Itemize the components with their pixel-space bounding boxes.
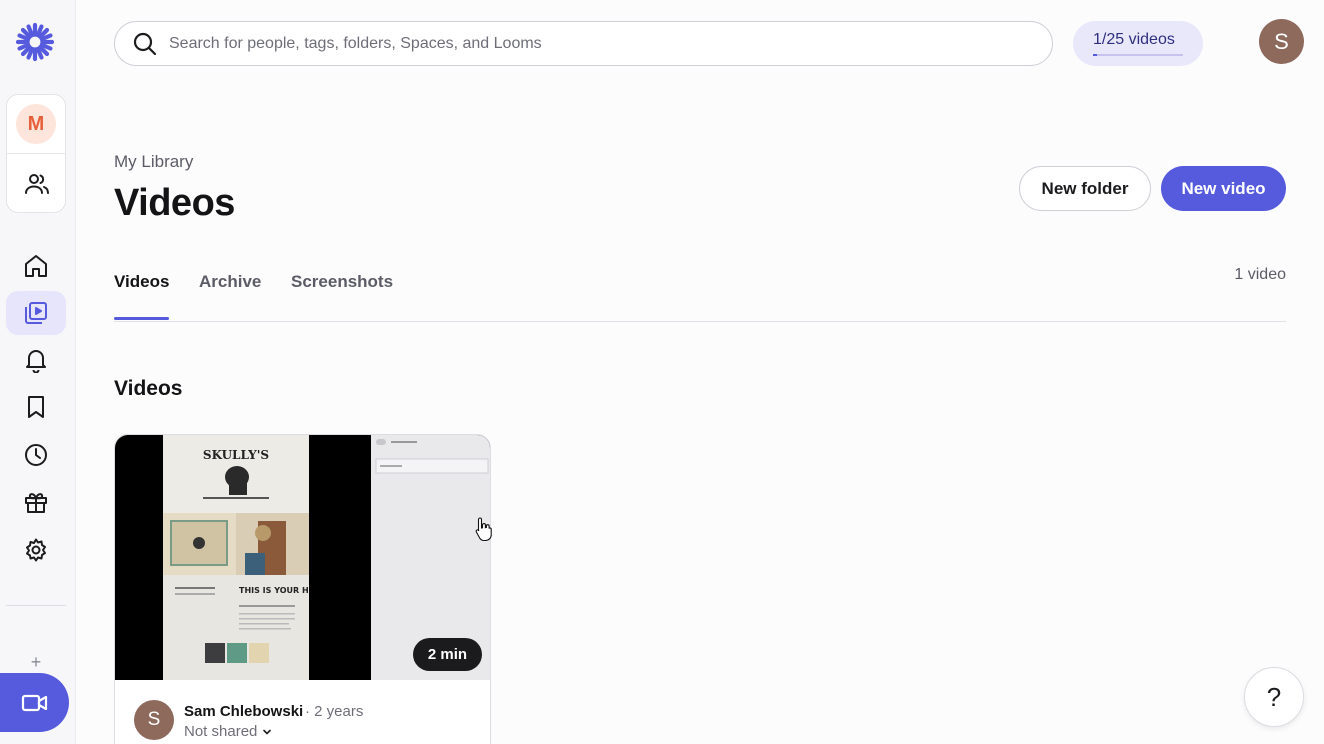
sharing-label: Not shared	[184, 723, 258, 740]
library-icon	[25, 302, 47, 324]
clock-icon	[25, 444, 47, 466]
quota-progress-fill	[1093, 54, 1097, 56]
nav-settings[interactable]	[6, 528, 66, 572]
search-bar[interactable]	[114, 21, 1053, 66]
tabs-divider	[114, 321, 1286, 322]
breadcrumb[interactable]: My Library	[114, 152, 193, 172]
gift-icon	[25, 493, 47, 513]
video-quota[interactable]: 1/25 videos	[1073, 21, 1203, 66]
page-title: Videos	[114, 182, 235, 224]
video-age: · 2 years	[305, 703, 364, 720]
owner-avatar: S	[134, 700, 174, 740]
nav-gifts[interactable]	[6, 480, 66, 524]
plus-icon[interactable]: +	[29, 653, 43, 671]
quota-progress	[1093, 54, 1183, 56]
thumbnail-webpage: SKULLY'S THIS IS YOUR HEADING	[163, 435, 343, 680]
workspace-avatar[interactable]: M	[16, 104, 56, 144]
sidebar-divider	[6, 605, 66, 606]
video-count: 1 video	[1234, 266, 1286, 283]
video-thumbnail[interactable]: SKULLY'S THIS IS YOUR HEADING	[115, 435, 490, 680]
bookmark-icon	[28, 396, 44, 418]
people-icon[interactable]	[24, 171, 50, 197]
new-video-button[interactable]: New video	[1161, 166, 1286, 211]
nav-library[interactable]	[6, 291, 66, 335]
section-title: Videos	[114, 377, 183, 400]
help-button[interactable]: ?	[1244, 667, 1304, 727]
bell-icon	[26, 350, 46, 373]
thumbnail-brand: SKULLY'S	[203, 448, 269, 462]
nav-history[interactable]	[6, 433, 66, 477]
workspace-switcher: M	[6, 94, 66, 213]
chevron-down-icon	[263, 729, 272, 735]
sharing-dropdown[interactable]: Not shared	[184, 723, 272, 740]
camera-icon	[21, 694, 47, 711]
loom-logo-icon[interactable]	[14, 21, 56, 63]
nav-notifications[interactable]	[6, 338, 66, 382]
nav-home[interactable]	[6, 244, 66, 288]
video-card[interactable]: SKULLY'S THIS IS YOUR HEADING	[114, 434, 491, 744]
quota-label: 1/25 videos	[1093, 31, 1175, 48]
workspace-divider	[7, 153, 65, 154]
record-button[interactable]	[0, 673, 69, 732]
hand-cursor-icon	[475, 517, 492, 542]
tab-archive[interactable]: Archive	[199, 272, 261, 292]
tab-videos[interactable]: Videos	[114, 272, 169, 292]
new-folder-button[interactable]: New folder	[1019, 166, 1151, 211]
owner-name[interactable]: Sam Chlebowski	[184, 703, 303, 720]
search-icon	[133, 32, 157, 55]
duration-badge: 2 min	[413, 638, 482, 671]
nav-bookmarks[interactable]	[6, 385, 66, 429]
thumbnail-heading: THIS IS YOUR HEADING	[239, 586, 309, 595]
gear-icon	[26, 538, 46, 562]
home-icon	[25, 255, 47, 277]
tab-screenshots[interactable]: Screenshots	[291, 272, 393, 292]
active-tab-indicator	[114, 317, 169, 320]
search-input[interactable]	[169, 34, 1029, 53]
user-avatar[interactable]: S	[1259, 19, 1304, 64]
sidebar: M +	[0, 0, 76, 744]
